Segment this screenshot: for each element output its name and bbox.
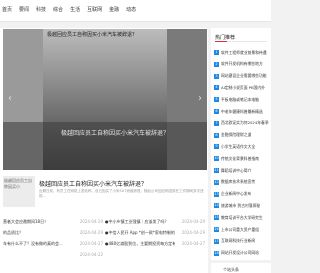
article-thumbnail[interactable]: 极越回应员工自称因买小 bbox=[3, 176, 35, 207]
main-content: 极越回应员工自称因买小米汽车被辞退？ 极越回应员工自称因买小米汽车被辞退？ ‹ … bbox=[0, 28, 208, 273]
sidebar-rank-item[interactable]: 2 软件开发机构有哪些地方 bbox=[214, 59, 270, 70]
news-list-left: 营者大会应邀期间18日！ 2024-04-29 的品质比？ 2024-04-29 车… bbox=[3, 216, 103, 260]
rank-item-label[interactable]: 金融保险理财之道 bbox=[221, 132, 251, 138]
nav-item-news[interactable]: 要闻 bbox=[19, 6, 29, 13]
rank-number-badge: 3 bbox=[214, 73, 219, 79]
rank-number-badge: 16 bbox=[214, 227, 219, 232]
rank-item-label[interactable]: 中老年健康科普最新精选 bbox=[221, 109, 263, 115]
sidebar-headlines: 个站头条 bbox=[211, 263, 271, 273]
sidebar-rank-item[interactable]: 11 舞蹈培训中心简介 bbox=[214, 165, 270, 176]
rank-item-label[interactable]: 软件工程师就业前景和待遇 bbox=[221, 50, 267, 56]
sidebar-rank-item[interactable]: 8 金融保险理财之道 bbox=[214, 130, 270, 141]
rank-number-badge: 13 bbox=[214, 191, 219, 197]
rank-item-label[interactable]: 西北欧证实为何2024年春季 bbox=[221, 120, 269, 126]
rank-item-label[interactable]: 上市公司重大资产重组 bbox=[221, 227, 259, 233]
rank-number-badge: 9 bbox=[214, 144, 219, 150]
rank-item-label[interactable]: 网站开发设计公司网站 bbox=[221, 250, 259, 256]
rank-number-badge: 8 bbox=[214, 132, 219, 138]
featured-article[interactable]: 极越回应员工自称因买小 极越回应员工自称因买小米汽车被辞退？ 近期日前，有员工在… bbox=[3, 176, 207, 208]
nav-item-tech[interactable]: 科技 bbox=[36, 6, 46, 13]
sidebar-rank-item[interactable]: 18 网站开发设计公司网站 bbox=[214, 248, 270, 259]
rank-number-badge: 15 bbox=[214, 215, 219, 221]
rank-item-label[interactable]: 互联网科技行业新闻 bbox=[221, 238, 255, 244]
list-item[interactable]: 2024-04-22 bbox=[3, 249, 103, 260]
news-list-right: ●中小乡镇工业强镇｜应该发了吗？ 2024-04-29 ●中信人民开 App *创… bbox=[105, 216, 205, 249]
sidebar-rank-item[interactable]: 9 小学生英语作文大全 bbox=[214, 141, 270, 152]
rank-number-badge: 1 bbox=[214, 50, 219, 55]
sidebar-title: 热门推荐 bbox=[215, 35, 236, 41]
rank-item-label[interactable]: 企业新闻中心发布 bbox=[221, 191, 251, 197]
rank-item-label[interactable]: 数据库技术系统宣传 bbox=[221, 179, 255, 185]
nav-item-general[interactable]: 综合 bbox=[53, 6, 63, 13]
chevron-left-icon[interactable]: ‹ bbox=[5, 91, 15, 107]
rank-item-label[interactable]: 平板电脑或笔记本电脑 bbox=[221, 97, 259, 103]
sidebar-rank-item[interactable]: 3 网站建设企业需要哪些功能 bbox=[214, 71, 270, 82]
list-item[interactable]: 的品质比？ 2024-04-29 bbox=[3, 227, 103, 238]
sidebar-rank-item[interactable]: 14 旅游城市 到古村落探秘 bbox=[214, 200, 270, 211]
rank-number-badge: 18 bbox=[214, 250, 219, 256]
rank-number-badge: 17 bbox=[214, 238, 219, 244]
nav-item-home[interactable]: 首页 bbox=[2, 6, 12, 13]
rank-number-badge: 5 bbox=[214, 97, 219, 103]
top-navigation-bar: 首页 要闻 科技 综合 生活 互联网 金融 动态 bbox=[0, 0, 271, 22]
rank-item-label[interactable]: 舞蹈培训中心简介 bbox=[221, 168, 251, 174]
sidebar-rank-item[interactable]: 7 西北欧证实为何2024年春季 bbox=[214, 118, 270, 129]
banner-caption[interactable]: 极越回应员工自称因买小米汽车被辞退？ bbox=[61, 128, 169, 137]
nav-item-finance[interactable]: 金融 bbox=[109, 6, 119, 13]
sidebar-rank-item[interactable]: 12 数据库技术系统宣传 bbox=[214, 177, 270, 188]
rank-item-label[interactable]: 旅游城市 到古村落探秘 bbox=[221, 203, 260, 209]
nav-item-internet[interactable]: 互联网 bbox=[87, 6, 102, 13]
rank-item-label[interactable]: 网站建设企业需要哪些功能 bbox=[221, 73, 267, 79]
sidebar-rank-item[interactable]: 10 传统文化背景科普指南 bbox=[214, 153, 270, 164]
sidebar-rank-item[interactable]: 5 平板电脑或笔记本电脑 bbox=[214, 94, 270, 105]
list-item[interactable]: ●480亿减股到位，主要期投资每方定有哪？2024-04-27 bbox=[105, 238, 205, 249]
list-item[interactable]: 营者大会应邀期间18日！ 2024-04-29 bbox=[3, 216, 103, 227]
rank-number-badge: 10 bbox=[214, 156, 219, 162]
sidebar2-title: 个站头条 bbox=[223, 267, 239, 272]
banner-carousel[interactable]: 极越回应员工自称因买小米汽车被辞退？ 极越回应员工自称因买小米汽车被辞退？ ‹ … bbox=[3, 29, 207, 170]
nav-item-life[interactable]: 生活 bbox=[70, 6, 80, 13]
main-nav: 首页 要闻 科技 综合 生活 互联网 金融 动态 bbox=[2, 6, 136, 13]
nav-item-updates[interactable]: 动态 bbox=[126, 6, 136, 13]
rank-item-label[interactable]: 软件开发机构有哪些地方 bbox=[221, 61, 263, 67]
rank-number-badge: 7 bbox=[214, 120, 219, 126]
list-item[interactable]: 车有什么不了？没有做的真的会... 2024-04-27 bbox=[3, 238, 103, 249]
sidebar-rank-item[interactable]: 4 AI定制小说页面 PK国内外 bbox=[214, 82, 270, 93]
list-item[interactable]: ●中小乡镇工业强镇｜应该发了吗？ 2024-04-29 bbox=[105, 216, 205, 227]
rank-item-label[interactable]: 教育培训平台大学研究生 bbox=[221, 215, 263, 221]
chevron-right-icon[interactable]: › bbox=[195, 91, 205, 107]
sidebar-rank-item[interactable]: 16 上市公司重大资产重组 bbox=[214, 224, 270, 235]
sidebar-rank-item[interactable]: 6 中老年健康科普最新精选 bbox=[214, 106, 270, 117]
rank-number-badge: 14 bbox=[214, 203, 219, 209]
rank-item-label[interactable]: AI定制小说页面 PK国内外 bbox=[221, 85, 265, 91]
rank-item-label[interactable]: 小学生英语作文大全 bbox=[221, 144, 255, 150]
rank-number-badge: 2 bbox=[214, 61, 219, 67]
rank-number-badge: 6 bbox=[214, 109, 219, 114]
divider bbox=[215, 41, 267, 42]
sidebar-rank-item[interactable]: 15 教育培训平台大学研究生 bbox=[214, 212, 270, 223]
banner-image-alt: 极越回应员工自称因买小米汽车被辞退？ bbox=[47, 32, 138, 38]
sidebar-rank-item[interactable]: 13 企业新闻中心发布 bbox=[214, 189, 270, 200]
list-item[interactable]: ●中信人民开 App *创一款*家电特制的提回...2024-04-29 bbox=[105, 227, 205, 238]
article-description: 近期日前，有员工在网络上发帖称，自己因买了小米SU7而被辞退，随后公司回应称因其… bbox=[39, 189, 204, 198]
rank-number-badge: 12 bbox=[214, 179, 219, 185]
rank-item-label[interactable]: 传统文化背景科普指南 bbox=[221, 156, 259, 162]
sidebar-rank-item[interactable]: 1 软件工程师就业前景和待遇 bbox=[214, 47, 270, 58]
rank-number-badge: 4 bbox=[214, 85, 219, 91]
sidebar-rank-item[interactable]: 17 互联网科技行业新闻 bbox=[214, 236, 270, 247]
article-title[interactable]: 极越回应员工自称因买小米汽车被辞退？ bbox=[39, 179, 147, 188]
sidebar-hot-list: 热门推荐 1 软件工程师就业前景和待遇 2 软件开发机构有哪些地方 3 网站建设企业需要哪… bbox=[211, 28, 271, 260]
rank-number-badge: 11 bbox=[214, 168, 219, 173]
